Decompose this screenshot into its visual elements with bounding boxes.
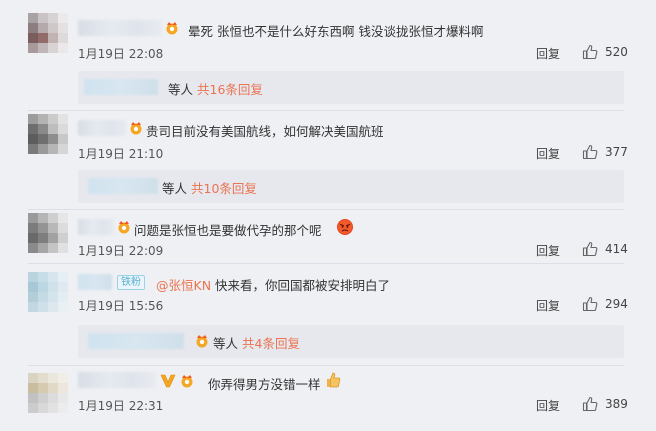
fan-badge: 铁粉	[117, 275, 145, 290]
username-blurred[interactable]	[78, 120, 126, 136]
username-blurred[interactable]	[78, 274, 112, 290]
vip-crown-icon	[164, 21, 180, 35]
like-button[interactable]: 520	[582, 44, 628, 60]
subreply-deng-label: 等人	[213, 336, 239, 351]
vip-crown-icon	[116, 220, 132, 234]
subreply-summary[interactable]: 等人 共4条回复	[78, 325, 624, 358]
comment-time: 1月19日 21:10	[78, 147, 164, 161]
thumbs-up-icon	[582, 44, 598, 60]
like-count: 294	[605, 297, 628, 311]
reply-button[interactable]: 回复	[536, 242, 560, 259]
vip-crown-icon	[179, 374, 195, 388]
subreply-username-blurred	[88, 333, 184, 349]
thumbs-up-emoji	[324, 371, 342, 389]
comment-time: 1月19日 22:08	[78, 47, 164, 61]
comment-body: 快来看，你回国都被安排明白了	[211, 278, 391, 293]
reply-button[interactable]: 回复	[536, 397, 560, 414]
thumbs-up-icon	[582, 144, 598, 160]
username-blurred[interactable]	[78, 20, 162, 36]
comment-time: 1月19日 15:56	[78, 299, 164, 313]
comment-item: 问题是张恒也是要做代孕的那个呢 1月19日 22:09 回复 414	[0, 209, 656, 264]
username-blurred[interactable]	[78, 372, 156, 388]
username-blurred[interactable]	[78, 219, 114, 235]
comment-item: 铁粉 @张恒KN 快来看，你回国都被安排明白了 1月19日 15:56 回复 2…	[0, 264, 656, 366]
reply-button[interactable]: 回复	[536, 45, 560, 62]
comment-text: 问题是张恒也是要做代孕的那个呢	[134, 223, 322, 238]
subreply-summary[interactable]: 等人 共16条回复	[78, 71, 624, 104]
like-button[interactable]: 389	[582, 396, 628, 412]
subreply-username-blurred	[88, 178, 158, 194]
like-count: 414	[605, 242, 628, 256]
subreply-deng-label: 等人	[168, 82, 194, 97]
v-verified-icon	[160, 374, 176, 388]
comment-text: 你弄得男方没错一样	[208, 377, 321, 392]
comment-text: @张恒KN 快来看，你回国都被安排明白了	[156, 275, 390, 294]
avatar[interactable]	[28, 13, 68, 53]
reply-button[interactable]: 回复	[536, 297, 560, 314]
thumbs-up-icon	[582, 296, 598, 312]
avatar[interactable]	[28, 373, 68, 413]
comment-time: 1月19日 22:09	[78, 244, 164, 258]
like-button[interactable]: 414	[582, 241, 628, 257]
comment-item: 晕死 张恒也不是什么好东西啊 钱没谈拢张恒才爆料啊 1月19日 22:08 回复…	[0, 0, 656, 111]
like-button[interactable]: 377	[582, 144, 628, 160]
comment-item: 贵司目前没有美国航线，如何解决美国航班 1月19日 21:10 回复 377 等…	[0, 110, 656, 210]
avatar[interactable]	[28, 213, 68, 253]
vip-crown-icon	[128, 121, 144, 135]
subreply-username-blurred	[84, 79, 158, 95]
subreply-summary[interactable]: 等人 共10条回复	[78, 170, 624, 203]
like-button[interactable]: 294	[582, 296, 628, 312]
comment-text: 晕死 张恒也不是什么好东西啊 钱没谈拢张恒才爆料啊	[188, 24, 484, 39]
comment-time: 1月19日 22:31	[78, 399, 164, 413]
angry-face-emoji	[336, 218, 354, 236]
more-replies-link[interactable]: 共10条回复	[191, 178, 257, 197]
subreply-deng-label: 等人	[162, 181, 188, 196]
comment-item: 你弄得男方没错一样 1月19日 22:31 回复 389	[0, 366, 656, 431]
reply-button[interactable]: 回复	[536, 145, 560, 162]
thumbs-up-icon	[582, 241, 598, 257]
comment-text: 贵司目前没有美国航线，如何解决美国航班	[146, 124, 384, 139]
like-count: 377	[605, 145, 628, 159]
mention-link[interactable]: @张恒KN	[156, 278, 211, 293]
like-count: 520	[605, 45, 628, 59]
thumbs-up-icon	[582, 396, 598, 412]
like-count: 389	[605, 397, 628, 411]
vip-crown-icon	[194, 334, 210, 348]
more-replies-link[interactable]: 共16条回复	[197, 79, 263, 98]
more-replies-link[interactable]: 共4条回复	[242, 333, 300, 352]
avatar[interactable]	[28, 272, 68, 312]
avatar[interactable]	[28, 114, 68, 154]
